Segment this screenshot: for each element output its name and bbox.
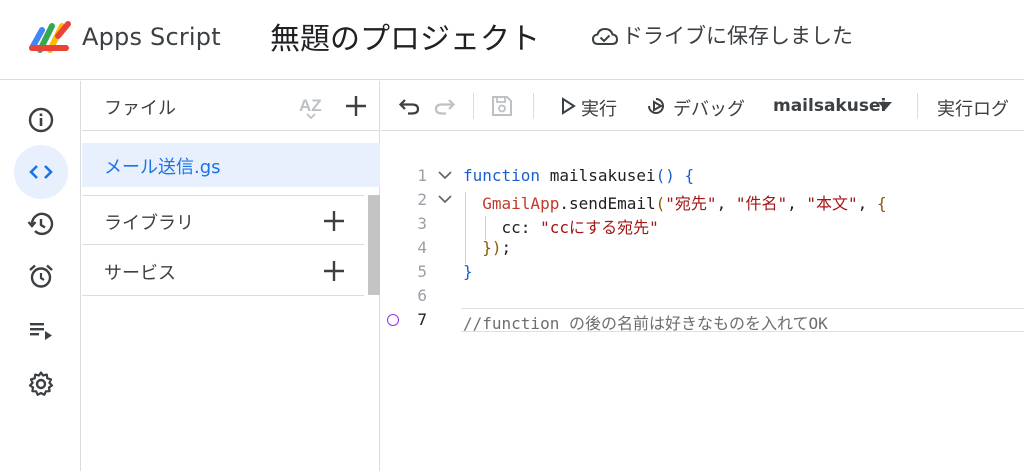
play-icon <box>562 97 576 115</box>
line-number: 2 <box>417 190 427 209</box>
line-number: 5 <box>417 262 427 281</box>
project-history-button[interactable] <box>14 197 68 251</box>
code-line: 1 function mailsakusei() { <box>381 164 1024 188</box>
executions-icon <box>30 323 52 340</box>
cloud-done-icon <box>592 27 618 45</box>
history-icon <box>27 212 54 236</box>
triggers-button[interactable] <box>14 249 68 303</box>
code-line: 3 cc: "ccにする宛先" <box>381 212 1024 237</box>
services-label: サービス <box>104 263 176 284</box>
code-editor[interactable]: 1 function mailsakusei() { 2 GmailApp.se… <box>381 132 1024 471</box>
debug-label: デバッグ <box>673 99 745 120</box>
add-file-icon[interactable] <box>343 93 369 119</box>
alarm-icon <box>29 264 53 288</box>
left-nav-rail <box>0 81 81 471</box>
fold-chevron-icon[interactable] <box>437 168 453 182</box>
code-line: 5 } <box>381 260 1024 284</box>
files-label: ファイル <box>104 98 176 119</box>
code-text: cc: "ccにする宛先" <box>501 218 659 237</box>
file-item-mail-send[interactable]: メール送信.gs <box>82 143 380 187</box>
dropdown-arrow-icon <box>878 102 892 110</box>
run-label: 実行 <box>581 99 617 120</box>
code-text: function mailsakusei() { <box>463 166 695 185</box>
code-line: 4 }); <box>381 236 1024 260</box>
add-service-icon[interactable] <box>321 258 347 284</box>
save-icon[interactable] <box>490 94 514 118</box>
editor-toolbar: 実行 デバッグ mailsakusei 実行ログ <box>381 81 1024 131</box>
code-text: }); <box>482 238 512 257</box>
toolbar-divider <box>533 93 534 119</box>
executions-button[interactable] <box>14 303 68 357</box>
add-library-icon[interactable] <box>321 208 347 234</box>
line-number: 1 <box>417 166 427 185</box>
line-number: 6 <box>417 286 427 305</box>
save-status: ドライブに保存しました <box>622 24 853 48</box>
debug-icon <box>648 98 664 114</box>
toolbar-divider <box>473 93 474 119</box>
code-line: 6 <box>381 284 1024 308</box>
info-icon <box>28 107 54 133</box>
line-number: 4 <box>417 238 427 257</box>
libraries-section[interactable]: ライブラリ <box>82 195 364 245</box>
function-select[interactable]: mailsakusei <box>773 81 901 131</box>
code-line: 2 GmailApp.sendEmail("宛先", "件名", "本文", { <box>381 188 1024 213</box>
code-icon <box>29 165 53 179</box>
file-item-label: メール送信.gs <box>104 157 221 178</box>
line-number: 3 <box>417 214 427 233</box>
editor-button[interactable] <box>14 145 68 199</box>
services-section[interactable]: サービス <box>82 246 364 296</box>
sort-az-icon[interactable]: AZ <box>298 92 328 122</box>
undo-icon[interactable] <box>397 94 421 118</box>
files-header: ファイル AZ <box>82 81 380 131</box>
debug-button[interactable]: デバッグ <box>645 81 755 131</box>
apps-script-logo-icon[interactable] <box>26 16 72 56</box>
project-title[interactable]: 無題のプロジェクト <box>270 14 540 58</box>
sort-az-text: AZ <box>299 96 322 115</box>
settings-icon <box>28 371 54 396</box>
project-settings-button[interactable] <box>14 357 68 411</box>
run-button[interactable]: 実行 <box>557 81 623 131</box>
code-comment: //function の後の名前は好きなものを入れてOK <box>463 314 828 333</box>
code-text: GmailApp.sendEmail("宛先", "件名", "本文", { <box>482 194 887 213</box>
toolbar-divider <box>917 93 918 119</box>
top-header: Apps Script 無題のプロジェクト ドライブに保存しました <box>0 0 1024 80</box>
fold-chevron-icon[interactable] <box>437 192 453 206</box>
files-panel: ファイル AZ メール送信.gs ライブラリ サービス <box>82 81 380 471</box>
code-line-current: 7 //function の後の名前は好きなものを入れてOK <box>381 308 1024 333</box>
panel-scrollbar[interactable] <box>368 195 380 295</box>
function-select-value: mailsakusei <box>773 96 887 116</box>
overview-button[interactable] <box>14 93 68 147</box>
libraries-label: ライブラリ <box>104 213 194 234</box>
code-text: } <box>463 262 473 281</box>
execution-log-button[interactable]: 実行ログ <box>937 95 1009 121</box>
redo-icon[interactable] <box>433 94 457 118</box>
line-number: 7 <box>417 310 427 329</box>
app-name[interactable]: Apps Script <box>82 23 221 51</box>
